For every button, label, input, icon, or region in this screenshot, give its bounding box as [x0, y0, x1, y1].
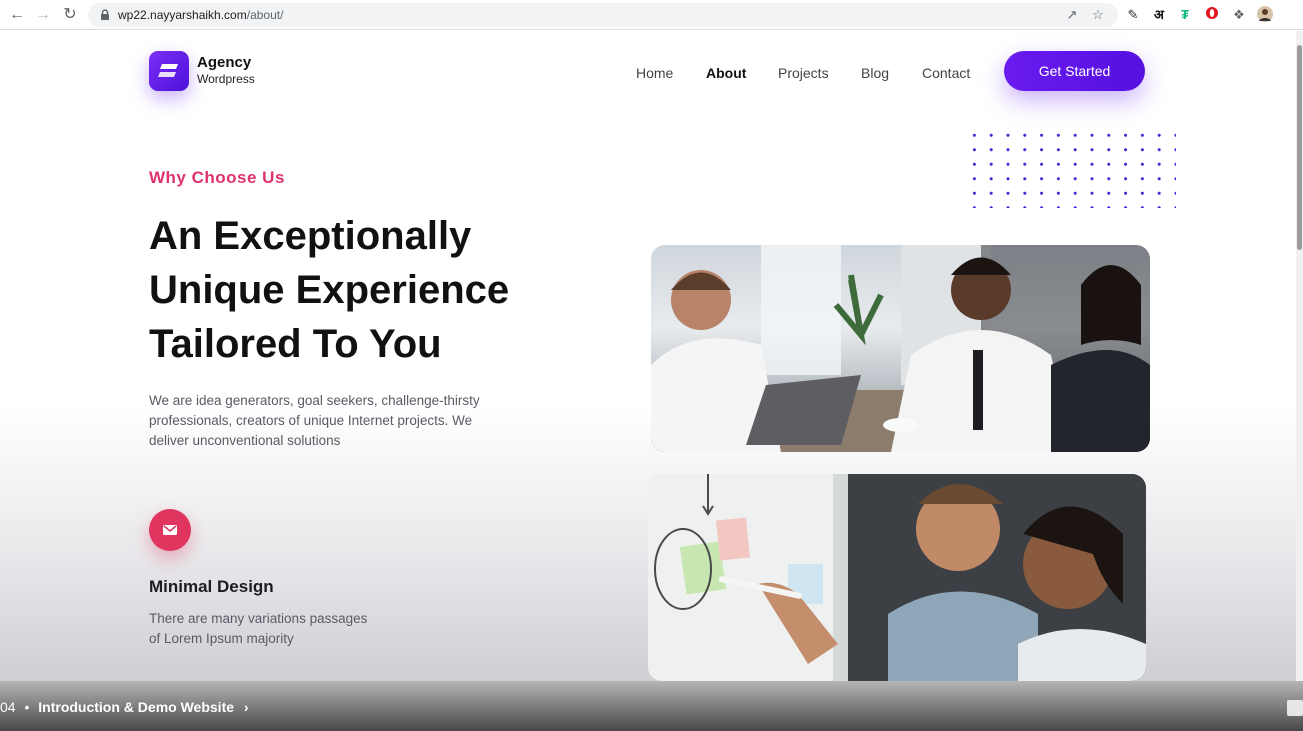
- decorative-dot-grid: [966, 128, 1176, 208]
- web-page: Agency Wordpress Home About Projects Blo…: [0, 31, 1296, 681]
- nav-home[interactable]: Home: [636, 65, 673, 81]
- chevron-right-icon: ›: [243, 699, 249, 715]
- green-extension-icon[interactable]: ₮: [1176, 6, 1194, 24]
- headline-line: Unique Experience: [149, 268, 510, 312]
- chapter-separator: •: [24, 699, 30, 715]
- chapter-time: 04: [0, 699, 16, 715]
- chapter-title: Introduction & Demo Website: [38, 699, 235, 715]
- feature-title: Minimal Design: [149, 577, 274, 596]
- eyedropper-icon[interactable]: ✎: [1124, 6, 1142, 24]
- share-icon[interactable]: ↗: [1064, 7, 1080, 23]
- nav-projects[interactable]: Projects: [778, 65, 829, 81]
- nav-blog[interactable]: Blog: [861, 65, 889, 81]
- headline-line: Tailored To You: [149, 322, 442, 366]
- hero-headline: An Exceptionally Unique Experience Tailo…: [149, 209, 569, 371]
- lead-line: professionals, creators of unique Intern…: [149, 413, 473, 428]
- logo-mark[interactable]: [149, 51, 189, 91]
- video-chapter-bar: 04 • Introduction & Demo Website ›: [0, 681, 1303, 731]
- lead-line: deliver unconventional solutions: [149, 433, 341, 448]
- scrollbar-thumb[interactable]: [1297, 45, 1302, 250]
- headline-line: An Exceptionally: [149, 214, 472, 258]
- opera-icon[interactable]: [1203, 6, 1221, 24]
- whiteboard-photo: [648, 474, 1146, 681]
- feature-icon-badge: [149, 509, 191, 551]
- url-path: /about/: [246, 8, 284, 22]
- url-text[interactable]: wp22.nayyarshaikh.com/about/: [118, 8, 283, 22]
- subtitles-icon[interactable]: [1287, 700, 1303, 716]
- feature-text: There are many variations passages of Lo…: [149, 609, 389, 649]
- forward-icon[interactable]: →: [34, 6, 52, 24]
- mail-icon: [163, 525, 177, 535]
- lock-icon: [101, 9, 109, 20]
- profile-avatar[interactable]: [1256, 6, 1274, 24]
- feature-text-line: of Lorem Ipsum majority: [149, 631, 294, 646]
- get-started-button[interactable]: Get Started: [1004, 51, 1145, 91]
- url-host: wp22.nayyarshaikh.com: [118, 8, 247, 22]
- hindi-extension-icon[interactable]: अ: [1150, 6, 1168, 24]
- chapter-button[interactable]: 04 • Introduction & Demo Website ›: [0, 699, 249, 715]
- star-icon[interactable]: ☆: [1090, 7, 1106, 23]
- nav-about[interactable]: About: [706, 65, 746, 81]
- back-icon[interactable]: ←: [8, 6, 26, 24]
- section-eyebrow: Why Choose Us: [149, 168, 285, 187]
- feature-text-line: There are many variations passages: [149, 611, 368, 626]
- meeting-photo: [651, 245, 1150, 452]
- page-scrollbar[interactable]: [1296, 31, 1303, 681]
- hero-lead-text: We are idea generators, goal seekers, ch…: [149, 391, 509, 451]
- browser-toolbar: ← → ↻ wp22.nayyarshaikh.com/about/ ↗ ☆ ✎…: [0, 0, 1303, 30]
- reload-icon[interactable]: ↻: [61, 6, 79, 24]
- logo-title[interactable]: Agency: [197, 54, 251, 71]
- address-bar[interactable]: wp22.nayyarshaikh.com/about/ ↗ ☆: [88, 3, 1118, 27]
- puzzle-icon[interactable]: ❖: [1230, 6, 1248, 24]
- lead-line: We are idea generators, goal seekers, ch…: [149, 393, 480, 408]
- logo-icon: [158, 64, 178, 77]
- logo-subtitle[interactable]: Wordpress: [197, 72, 255, 86]
- nav-contact[interactable]: Contact: [922, 65, 970, 81]
